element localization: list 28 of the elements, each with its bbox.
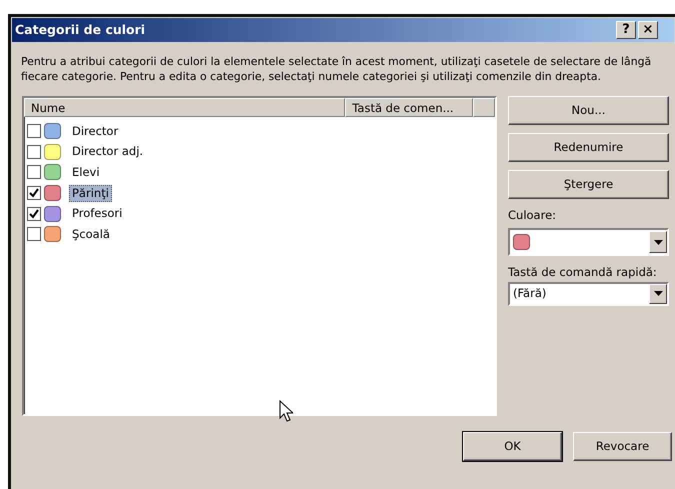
action-button[interactable]: Ştergere [508,170,669,199]
ok-button[interactable]: OK [463,432,562,461]
category-name[interactable]: Director [69,122,122,140]
action-button[interactable]: Redenumire [508,133,669,162]
shortcut-dropdown[interactable]: (Fără) [508,282,669,306]
cancel-button[interactable]: Revocare [573,432,672,461]
color-dropdown[interactable] [508,228,669,256]
category-name[interactable]: Profesori [69,205,126,222]
description-text: Pentru a atribui categorii de culori la elementele selectate în acest moment, utilizaţi casetele de selectare de lângă fiecare categorie. Pentru a edita o categorie, selectaţi numele categoriei şi utilizaţi comenzile din dreapta. [21,54,652,84]
checkbox[interactable] [27,144,41,159]
category-name[interactable]: Director adj. [69,143,146,160]
checkbox[interactable] [27,186,41,200]
action-button[interactable]: Nou... [508,96,669,125]
window-title: Categorii de culori [15,20,146,39]
checkbox[interactable] [27,227,41,242]
close-button[interactable]: × [638,21,658,39]
color-label: Culoare: [508,207,558,224]
help-button[interactable]: ? [616,21,636,39]
shortcut-value: (Fără) [513,284,546,302]
checkbox[interactable] [27,124,41,138]
column-header[interactable]: Nume [24,98,346,117]
checkbox[interactable] [27,165,41,180]
category-name[interactable]: Şcoală [69,226,113,243]
shortcut-label: Tastă de comandă rapidă: [508,264,658,282]
column-header[interactable]: Tastă de comen... [345,98,474,117]
category-name[interactable]: Elevi [69,164,103,181]
category-name[interactable]: Părinţi [69,184,112,202]
checkbox[interactable] [27,206,41,221]
